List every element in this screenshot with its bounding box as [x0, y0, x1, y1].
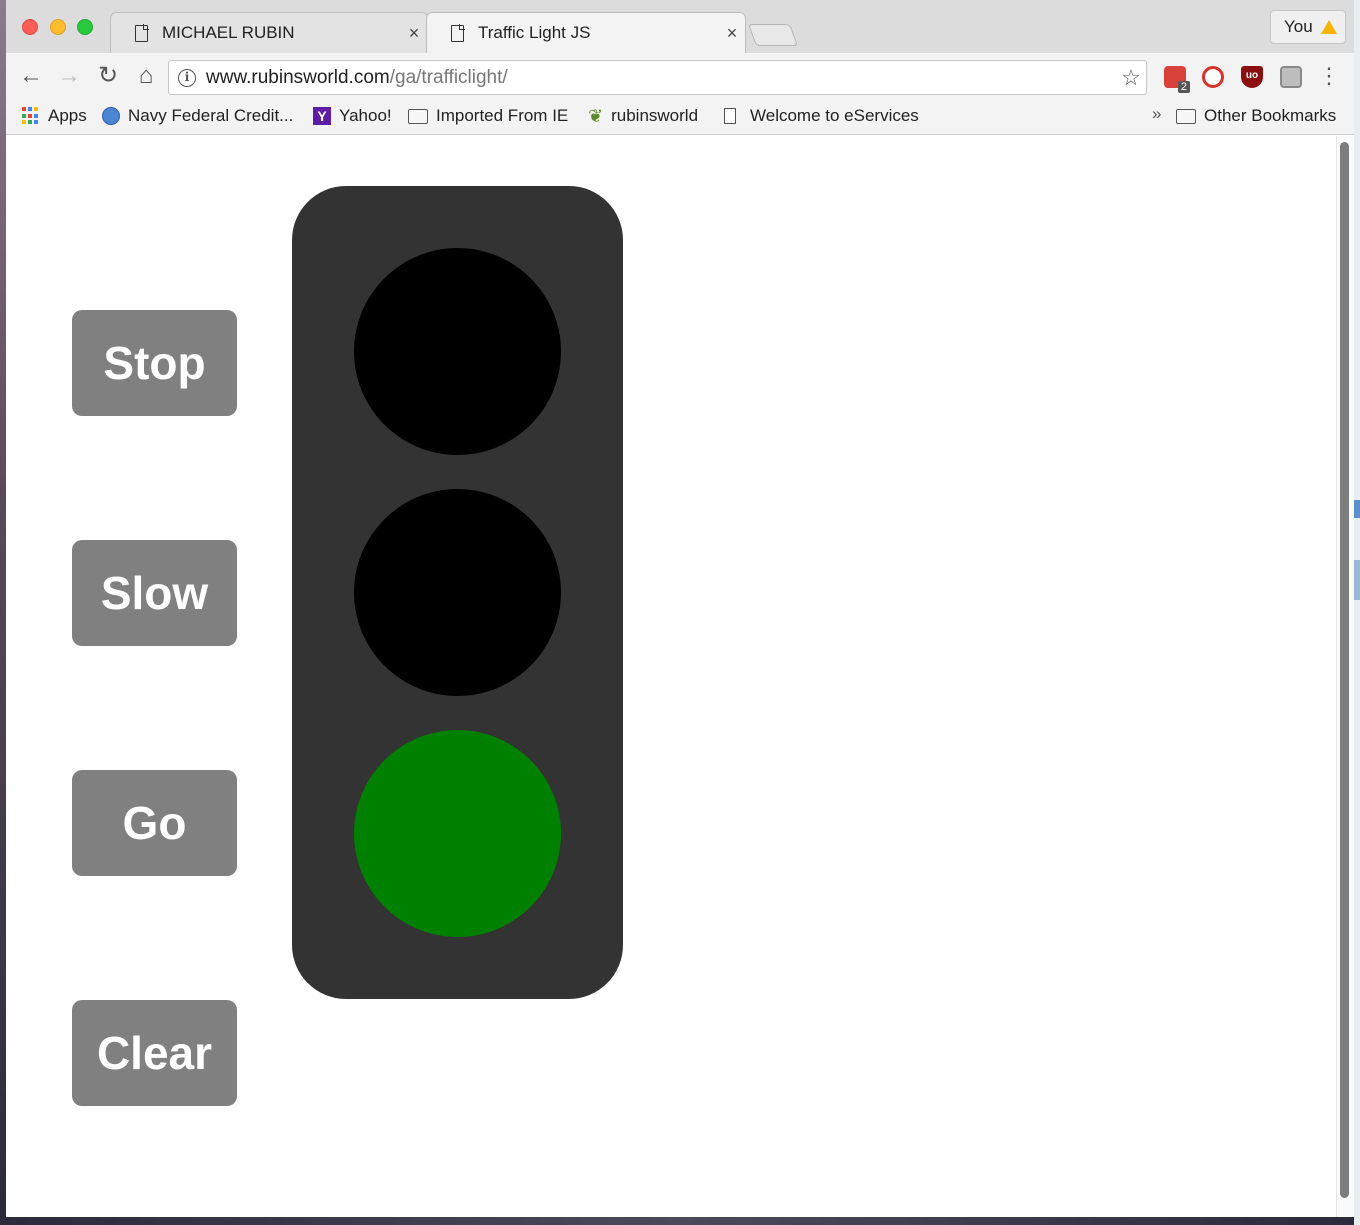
folder-icon: [408, 108, 428, 124]
bookmark-imported-from-ie[interactable]: Imported From IE: [408, 105, 568, 127]
window-close-button[interactable]: [22, 19, 38, 35]
background-window-edge: [1354, 0, 1360, 1225]
bookmark-label: Yahoo!: [339, 106, 392, 125]
forward-icon[interactable]: →: [54, 61, 84, 91]
tab-title: Traffic Light JS: [478, 23, 591, 42]
bookmark-label: Welcome to eServices: [750, 106, 919, 125]
desktop-background-bottom: [0, 1217, 1360, 1225]
green-lamp: [354, 730, 561, 937]
profile-label: You: [1284, 17, 1313, 36]
page-icon: [451, 24, 464, 42]
bookmark-welcome-eservices[interactable]: Welcome to eServices: [724, 105, 919, 127]
apps-grid-icon: [22, 107, 40, 125]
traffic-light-housing: [292, 186, 623, 999]
warning-icon: [1320, 20, 1337, 34]
scrollbar-thumb[interactable]: [1340, 142, 1349, 1198]
close-tab-icon[interactable]: ×: [401, 23, 427, 44]
page-content: Stop Slow Go Clear: [6, 136, 1354, 1217]
document-icon: [724, 108, 736, 124]
page-icon: [135, 24, 148, 42]
browser-toolbar: ← → ↻ ⌂ i www.rubinsworld.com/ga/traffic…: [6, 53, 1354, 99]
bookmark-rubinsworld[interactable]: ❦ rubinsworld: [588, 105, 698, 127]
reload-icon[interactable]: ↻: [93, 61, 123, 91]
leaf-icon: ❦: [588, 106, 604, 126]
extension-calendar-icon[interactable]: 2: [1164, 66, 1190, 93]
tab-traffic-light-js[interactable]: Traffic Light JS ×: [426, 12, 746, 53]
extension-generic-icon[interactable]: [1280, 66, 1302, 88]
window-minimize-button[interactable]: [50, 19, 66, 35]
bookmark-yahoo[interactable]: Y Yahoo!: [313, 105, 392, 127]
go-button[interactable]: Go: [72, 770, 237, 876]
bookmark-label: Imported From IE: [436, 106, 569, 125]
tab-title: MICHAEL RUBIN: [162, 23, 295, 42]
bookmark-star-icon[interactable]: ☆: [1116, 65, 1146, 91]
bookmark-label: rubinsworld: [611, 106, 699, 125]
yellow-lamp: [354, 489, 561, 696]
stop-button[interactable]: Stop: [72, 310, 237, 416]
back-icon[interactable]: ←: [16, 61, 46, 91]
extension-opera-icon[interactable]: [1202, 66, 1224, 88]
bookmark-label: Apps: [48, 106, 87, 125]
window-maximize-button[interactable]: [77, 19, 93, 35]
bookmarks-bar: Apps Navy Federal Credit... Y Yahoo! Imp…: [6, 99, 1354, 135]
url-text[interactable]: www.rubinsworld.com/ga/trafficlight/: [206, 67, 1116, 89]
browser-window: MICHAEL RUBIN × Traffic Light JS × You ←…: [6, 0, 1354, 1217]
info-icon[interactable]: i: [178, 68, 196, 87]
globe-icon: [102, 107, 120, 125]
bookmark-label: Navy Federal Credit...: [128, 106, 294, 125]
profile-button[interactable]: You: [1270, 10, 1346, 44]
extension-ublock-icon[interactable]: uo: [1241, 66, 1263, 88]
bookmark-other-bookmarks[interactable]: Other Bookmarks: [1176, 105, 1336, 127]
tab-strip: MICHAEL RUBIN × Traffic Light JS × You: [6, 0, 1354, 53]
extension-badge: 2: [1177, 81, 1190, 93]
new-tab-button[interactable]: [747, 24, 799, 46]
red-lamp: [354, 248, 561, 455]
bookmarks-overflow-icon[interactable]: »: [1152, 104, 1161, 124]
bookmark-label: Other Bookmarks: [1204, 106, 1337, 125]
slow-button[interactable]: Slow: [72, 540, 237, 646]
menu-icon[interactable]: ⋮: [1318, 65, 1340, 87]
address-bar[interactable]: i www.rubinsworld.com/ga/trafficlight/ ☆: [168, 60, 1147, 95]
yahoo-icon: Y: [313, 107, 331, 125]
close-tab-icon[interactable]: ×: [719, 23, 745, 44]
home-icon[interactable]: ⌂: [131, 61, 161, 91]
clear-button[interactable]: Clear: [72, 1000, 237, 1106]
tab-michael-rubin[interactable]: MICHAEL RUBIN ×: [110, 12, 428, 53]
bookmark-navy-federal[interactable]: Navy Federal Credit...: [102, 105, 293, 127]
vertical-scrollbar[interactable]: [1336, 136, 1354, 1217]
folder-icon: [1176, 108, 1196, 124]
bookmark-apps[interactable]: Apps: [22, 105, 87, 127]
